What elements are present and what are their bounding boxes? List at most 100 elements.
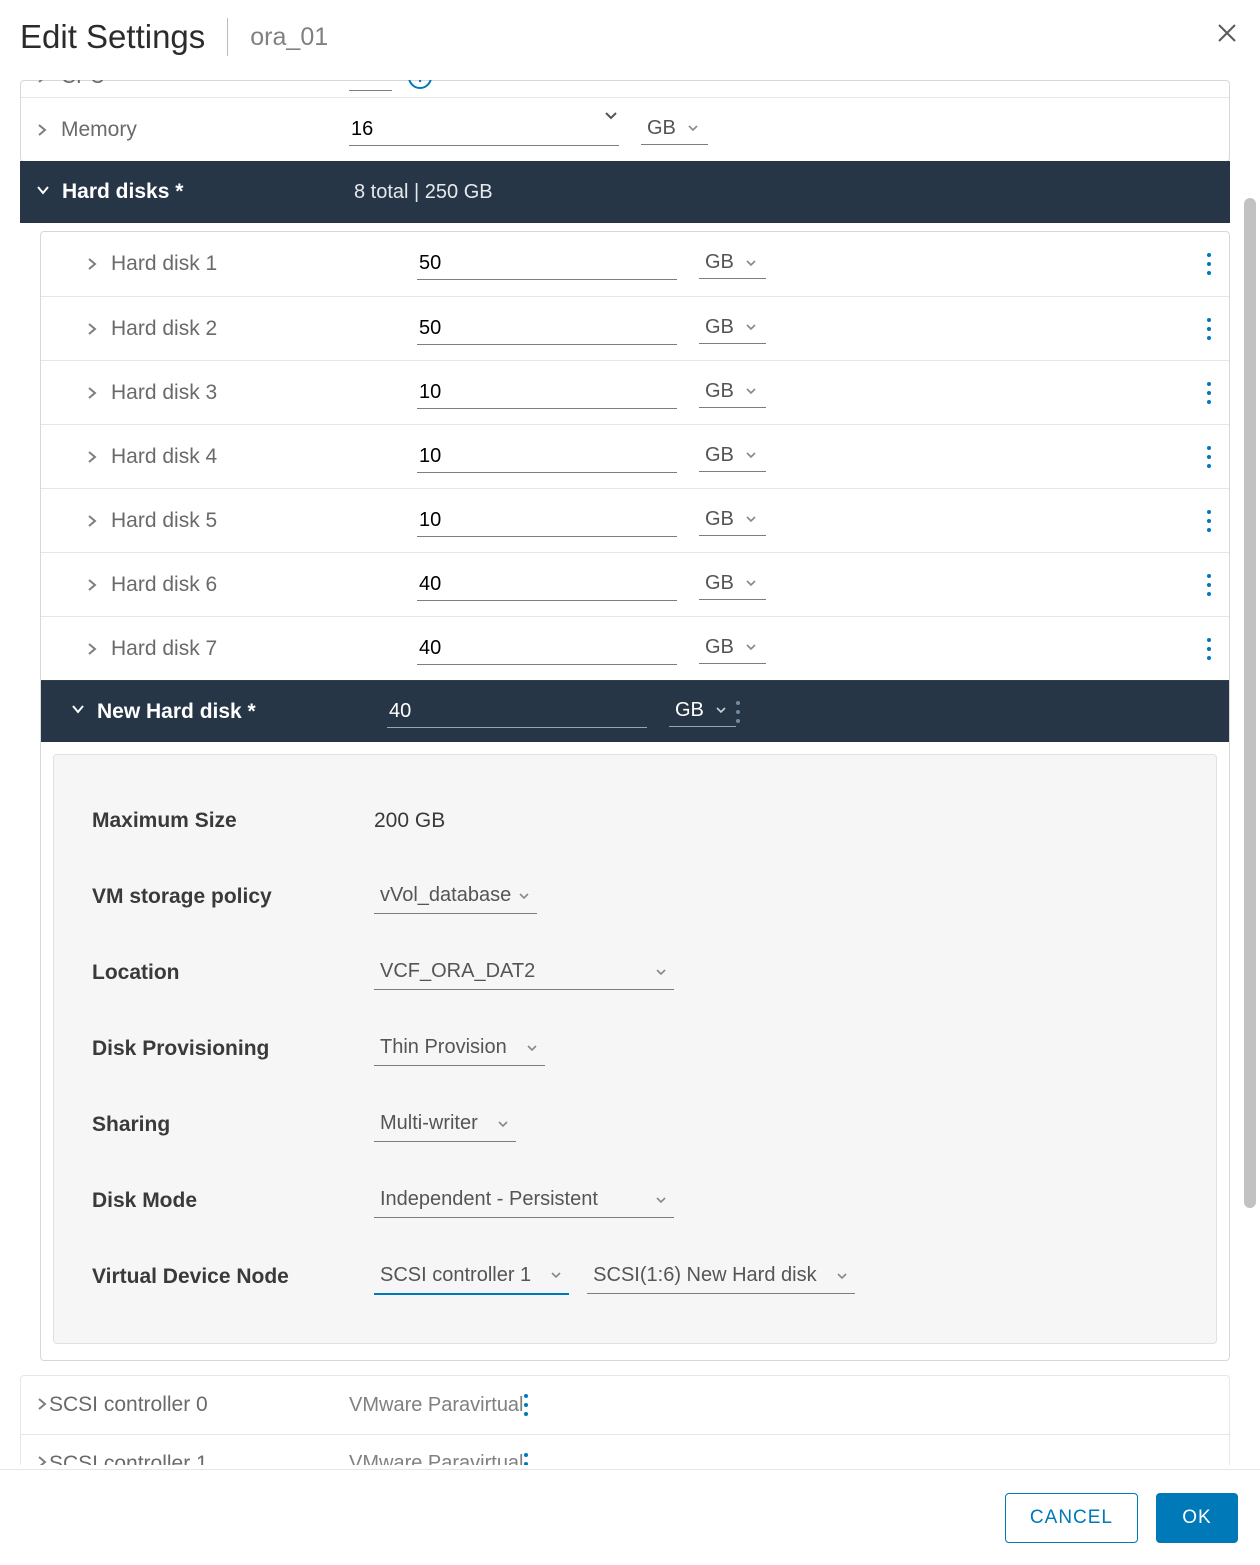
chevron-down-icon (744, 320, 758, 334)
vdn-slot-value: SCSI(1:6) New Hard disk (593, 1264, 816, 1287)
hard-disk-unit-value: GB (705, 251, 734, 274)
settings-scroll-area[interactable]: CPU 4 i Memory (20, 80, 1230, 1465)
chevron-right-icon (35, 80, 53, 84)
scsi-controller-row[interactable]: SCSI controller 1VMware Paravirtual (21, 1434, 1229, 1465)
disk-mode-select[interactable]: Independent - Persistent (374, 1184, 674, 1218)
chevron-down-icon (517, 889, 531, 903)
cpu-count-value: 4 (353, 80, 364, 86)
vdn-controller-select[interactable]: SCSI controller 1 (374, 1260, 569, 1295)
kebab-icon (1207, 382, 1211, 404)
chevron-down-icon (374, 80, 388, 82)
close-icon (1216, 22, 1238, 44)
chevron-right-icon (35, 1453, 49, 1465)
hard-disk-unit-select[interactable]: GB (699, 506, 766, 536)
chevron-down-icon (744, 448, 758, 462)
new-disk-size-input[interactable] (387, 696, 647, 728)
scsi-controller-actions-menu[interactable] (524, 1394, 528, 1416)
hard-disks-summary: 8 total | 250 GB (350, 181, 493, 204)
new-disk-unit-select[interactable]: GB (669, 697, 736, 727)
cancel-button[interactable]: CANCEL (1005, 1493, 1138, 1543)
memory-row[interactable]: Memory GB (21, 97, 1229, 161)
new-hard-disk-header[interactable]: New Hard disk * GB (41, 680, 1229, 742)
hard-disk-actions-menu[interactable] (1207, 638, 1211, 660)
hard-disk-row[interactable]: Hard disk 4GB (41, 424, 1229, 488)
sharing-select[interactable]: Multi-writer (374, 1108, 516, 1142)
memory-unit-select[interactable]: GB (641, 115, 708, 145)
hard-disk-unit-select[interactable]: GB (699, 570, 766, 600)
storage-policy-select[interactable]: vVol_database (374, 880, 537, 914)
vdn-slot-select[interactable]: SCSI(1:6) New Hard disk (587, 1260, 854, 1294)
hard-disk-row[interactable]: Hard disk 3GB (41, 360, 1229, 424)
hard-disk-actions-menu[interactable] (1207, 382, 1211, 404)
kebab-icon (736, 701, 740, 723)
hard-disk-row[interactable]: Hard disk 5 GB (41, 488, 1229, 552)
scsi-controller-value: VMware Paravirtual (349, 1394, 524, 1417)
hard-disk-label: Hard disk 6 (111, 573, 417, 597)
scsi-controller-label: SCSI controller 0 (49, 1393, 349, 1417)
hard-disk-size-input[interactable] (417, 248, 677, 280)
scsi-controller-value: VMware Paravirtual (349, 1452, 524, 1465)
storage-policy-label: VM storage policy (92, 885, 374, 909)
kebab-icon (1207, 446, 1211, 468)
kebab-icon (524, 1394, 528, 1416)
hard-disk-unit-select[interactable]: GB (699, 249, 766, 279)
hard-disk-actions-menu[interactable] (1207, 510, 1211, 532)
storage-policy-value: vVol_database (380, 884, 511, 907)
chevron-right-icon (85, 257, 103, 271)
hard-disk-row[interactable]: Hard disk 1 GB (41, 232, 1229, 296)
hard-disk-unit-select[interactable]: GB (699, 314, 766, 344)
hard-disk-size-input[interactable] (417, 313, 677, 345)
chevron-down-icon (714, 703, 728, 717)
hard-disk-actions-menu[interactable] (1207, 318, 1211, 340)
chevron-down-icon (744, 256, 758, 270)
hard-disk-unit-select[interactable]: GB (699, 634, 766, 664)
hard-disk-actions-menu[interactable] (1207, 574, 1211, 596)
hard-disk-size-input[interactable] (417, 441, 677, 473)
location-select[interactable]: VCF_ORA_DAT2 (374, 956, 674, 990)
hard-disk-unit-select[interactable]: GB (699, 378, 766, 408)
hard-disk-size-input[interactable] (417, 569, 677, 601)
info-icon[interactable]: i (408, 80, 432, 89)
kebab-icon (1207, 574, 1211, 596)
ok-button[interactable]: OK (1156, 1493, 1238, 1543)
hard-disk-size-input[interactable] (417, 633, 677, 665)
location-value: VCF_ORA_DAT2 (380, 960, 535, 983)
kebab-icon (1207, 638, 1211, 660)
page-title: Edit Settings (20, 18, 205, 56)
hard-disk-label: Hard disk 5 (111, 509, 417, 533)
chevron-down-icon (744, 512, 758, 526)
chevron-right-icon (85, 578, 103, 592)
sharing-value: Multi-writer (380, 1112, 478, 1135)
chevron-down-icon (744, 640, 758, 654)
scsi-controller-label: SCSI controller 1 (49, 1452, 349, 1466)
scsi-controller-row[interactable]: SCSI controller 0VMware Paravirtual (21, 1376, 1229, 1434)
vdn-label: Virtual Device Node (92, 1265, 374, 1289)
hard-disk-row[interactable]: Hard disk 7GB (41, 616, 1229, 680)
hard-disk-size-input[interactable] (417, 377, 677, 409)
new-disk-actions-menu[interactable] (736, 701, 740, 723)
disk-mode-value: Independent - Persistent (380, 1188, 598, 1211)
hard-disk-unit-value: GB (705, 444, 734, 467)
memory-size-input[interactable] (349, 114, 619, 146)
scrollbar-thumb[interactable] (1244, 198, 1256, 1208)
chevron-down-icon (744, 576, 758, 590)
cpu-count-select[interactable]: 4 (349, 80, 392, 91)
close-button[interactable] (1216, 22, 1238, 49)
hard-disk-label: Hard disk 1 (111, 252, 417, 276)
cpu-row[interactable]: CPU 4 i (21, 80, 1229, 97)
location-label: Location (92, 961, 374, 985)
chevron-down-icon (69, 700, 87, 723)
provisioning-label: Disk Provisioning (92, 1037, 374, 1061)
hard-disk-actions-menu[interactable] (1207, 253, 1211, 275)
provisioning-select[interactable]: Thin Provision (374, 1032, 545, 1066)
chevron-down-icon (744, 384, 758, 398)
hard-disks-section-header[interactable]: Hard disks * 8 total | 250 GB (20, 161, 1230, 223)
hard-disk-unit-value: GB (705, 380, 734, 403)
hard-disk-unit-select[interactable]: GB (699, 442, 766, 472)
scsi-controller-actions-menu[interactable] (524, 1453, 528, 1466)
hard-disk-row[interactable]: Hard disk 6 GB (41, 552, 1229, 616)
hard-disk-size-input[interactable] (417, 505, 677, 537)
hard-disk-unit-value: GB (705, 316, 734, 339)
hard-disk-row[interactable]: Hard disk 2GB (41, 296, 1229, 360)
hard-disk-actions-menu[interactable] (1207, 446, 1211, 468)
